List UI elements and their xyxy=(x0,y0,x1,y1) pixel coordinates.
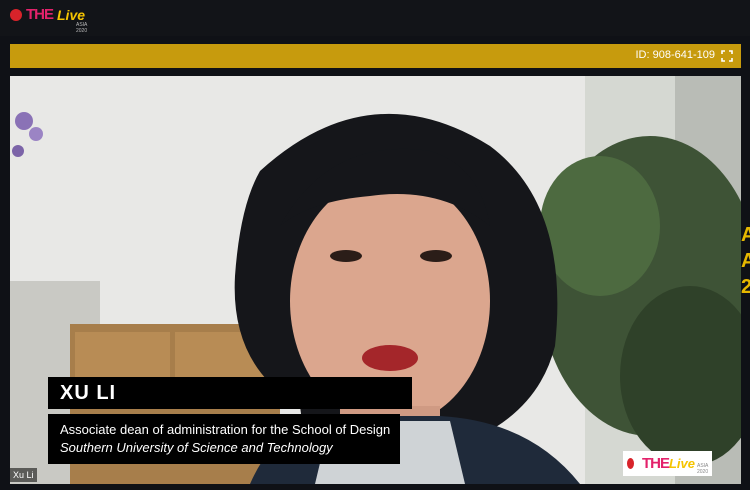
logo-live: Live xyxy=(57,6,86,23)
side-letter: A xyxy=(741,250,750,272)
logo-the: THE xyxy=(26,6,54,23)
brand-logo: THE Live ASIA 2020 xyxy=(10,6,87,34)
speaker-affiliation: Southern University of Science and Techn… xyxy=(60,440,333,455)
logo-mark-icon xyxy=(10,8,22,21)
meeting-id: ID: 908-641-109 xyxy=(635,49,716,61)
speaker-name: XU LI xyxy=(48,377,412,409)
side-graphic-text: A A 2 xyxy=(741,222,750,312)
watermark-mark-icon xyxy=(627,458,634,469)
watermark-sub: ASIA 2020 xyxy=(697,462,709,475)
speaker-title-plate: Associate dean of administration for the… xyxy=(48,414,400,464)
speaker-title: Associate dean of administration for the… xyxy=(60,422,391,437)
side-letter: A xyxy=(741,224,750,246)
watermark-live: Live xyxy=(668,456,695,471)
meeting-bar: ID: 908-641-109 xyxy=(10,44,741,68)
top-bar: THE Live ASIA 2020 xyxy=(0,0,750,36)
side-letter: 2 xyxy=(741,276,750,298)
participant-label: Xu Li xyxy=(10,468,37,482)
watermark-the: THE xyxy=(641,455,670,472)
fullscreen-icon[interactable] xyxy=(721,50,733,62)
logo-sub: ASIA 2020 xyxy=(76,22,88,34)
speaker-name-plate: XU LI xyxy=(48,377,412,409)
watermark-logo: THE Live ASIA 2020 xyxy=(623,451,712,476)
